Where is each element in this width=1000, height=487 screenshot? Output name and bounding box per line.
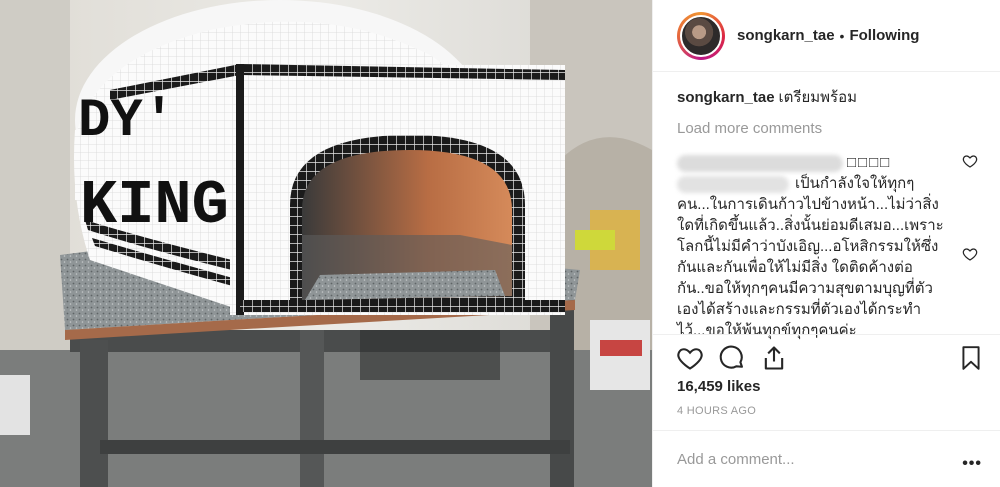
comment-like-heart-icon[interactable] — [962, 246, 978, 262]
comment-like-heart-icon[interactable] — [962, 153, 978, 169]
post-sidebar: songkarn_tae • Following songkarn_tae เตร… — [652, 0, 1000, 487]
comment-suffix: □□□□ — [847, 154, 892, 171]
comment-username-blurred[interactable] — [677, 154, 843, 172]
comment-line: โลกนี้ไม่มีคำว่าบังเอิญ...อโหสิกรรมให้ซึ… — [677, 238, 939, 255]
load-more-comments-button[interactable]: Load more comments — [677, 120, 984, 137]
comment-button[interactable] — [717, 343, 747, 373]
comment-icon — [719, 345, 743, 369]
save-button[interactable] — [956, 343, 986, 373]
bookmark-icon — [962, 346, 980, 370]
pizza-oven-image: DY' KING — [0, 0, 652, 487]
comment-item: □□□□ เป็นกำลังใจให้ทุกๆ คน...ในการเดินก้… — [677, 152, 959, 341]
post-header: songkarn_tae • Following — [653, 0, 1000, 72]
comment-line: เองได้สร้างและกรรมที่ตัวเองได้กระทำ — [677, 301, 922, 318]
likes-count[interactable]: 16,459 likes — [677, 378, 760, 395]
heart-icon — [677, 347, 703, 370]
avatar[interactable] — [677, 11, 725, 60]
comment-line: เป็นกำลังใจให้ทุกๆ — [795, 175, 915, 192]
add-comment-input[interactable] — [677, 450, 917, 468]
oven-text-bottom: KING — [80, 170, 229, 241]
comments-section: songkarn_tae เตรียมพร้อม Load more commen… — [677, 88, 984, 339]
caption-text: เตรียมพร้อม — [778, 89, 857, 106]
comment-line: กัน..ขอให้ทุกๆคนมีความสุขตามบุญที่ตัว — [677, 280, 933, 297]
comment-line: กันและกันเพื่อให้ไม่มีสิ่ง ใดติดค้างต่อ — [677, 259, 913, 276]
share-button[interactable] — [759, 343, 789, 373]
oven-text-top: DY' — [78, 91, 175, 152]
post-timestamp[interactable]: 4 HOURS AGO — [677, 405, 756, 417]
header-username[interactable]: songkarn_tae — [737, 27, 835, 44]
post-photo[interactable]: DY' KING — [0, 0, 652, 487]
add-comment-bar: ••• — [653, 430, 1000, 487]
comment-line: คน...ในการเดินก้าวไปข้างหน้า...ไม่ว่าสิ่… — [677, 196, 939, 213]
caption-username[interactable]: songkarn_tae — [677, 89, 775, 106]
comment-text-blurred — [677, 175, 789, 193]
action-bar — [653, 334, 1000, 380]
separator-dot: • — [839, 27, 845, 44]
like-button[interactable] — [675, 343, 705, 373]
caption: songkarn_tae เตรียมพร้อม — [677, 88, 984, 108]
more-options-icon[interactable]: ••• — [962, 455, 982, 473]
comment-line: ใดที่เกิดขึ้นแล้ว..สิ่งนั้นย่อมดีเสมอ...… — [677, 217, 944, 234]
following-button[interactable]: Following — [849, 27, 919, 44]
share-icon — [764, 345, 784, 370]
